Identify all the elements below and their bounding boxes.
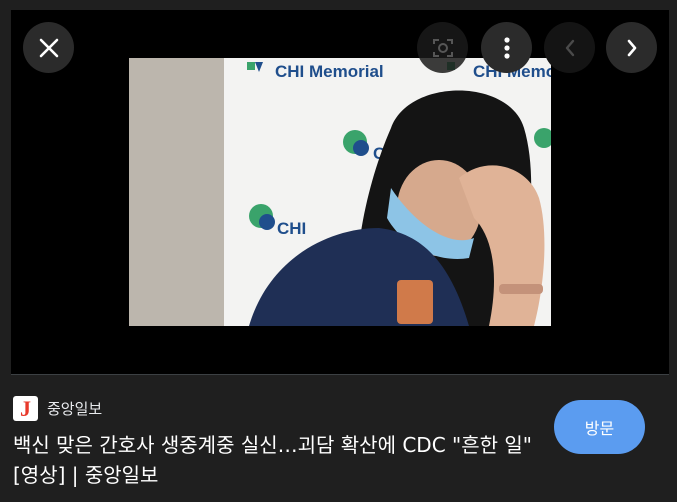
- previous-button[interactable]: [544, 22, 595, 73]
- more-vert-icon: [503, 36, 510, 59]
- divider: [11, 374, 669, 375]
- close-icon: [39, 38, 58, 57]
- lens-search-button[interactable]: [417, 22, 468, 73]
- source-logo: J: [13, 396, 38, 421]
- chevron-left-icon: [565, 39, 574, 56]
- svg-text:CHI: CHI: [277, 219, 306, 238]
- visit-button[interactable]: 방문: [554, 400, 645, 454]
- lens-icon: [432, 38, 453, 57]
- source-name: 중앙일보: [47, 400, 103, 418]
- source-info[interactable]: J 중앙일보: [13, 396, 102, 421]
- source-logo-letter: J: [20, 396, 31, 421]
- result-title[interactable]: 백신 맞은 간호사 생중계중 실신…괴담 확산에 CDC "흔한 일" [영상]…: [13, 430, 543, 490]
- nurse-photo: CHI Memorial CHI Memorial CHI CHI: [129, 58, 551, 326]
- close-button[interactable]: [23, 22, 74, 73]
- svg-text:CHI Memorial: CHI Memorial: [275, 62, 384, 81]
- more-options-button[interactable]: [481, 22, 532, 73]
- next-button[interactable]: [606, 22, 657, 73]
- preview-image[interactable]: CHI Memorial CHI Memorial CHI CHI: [129, 58, 551, 326]
- chevron-right-icon: [627, 39, 636, 56]
